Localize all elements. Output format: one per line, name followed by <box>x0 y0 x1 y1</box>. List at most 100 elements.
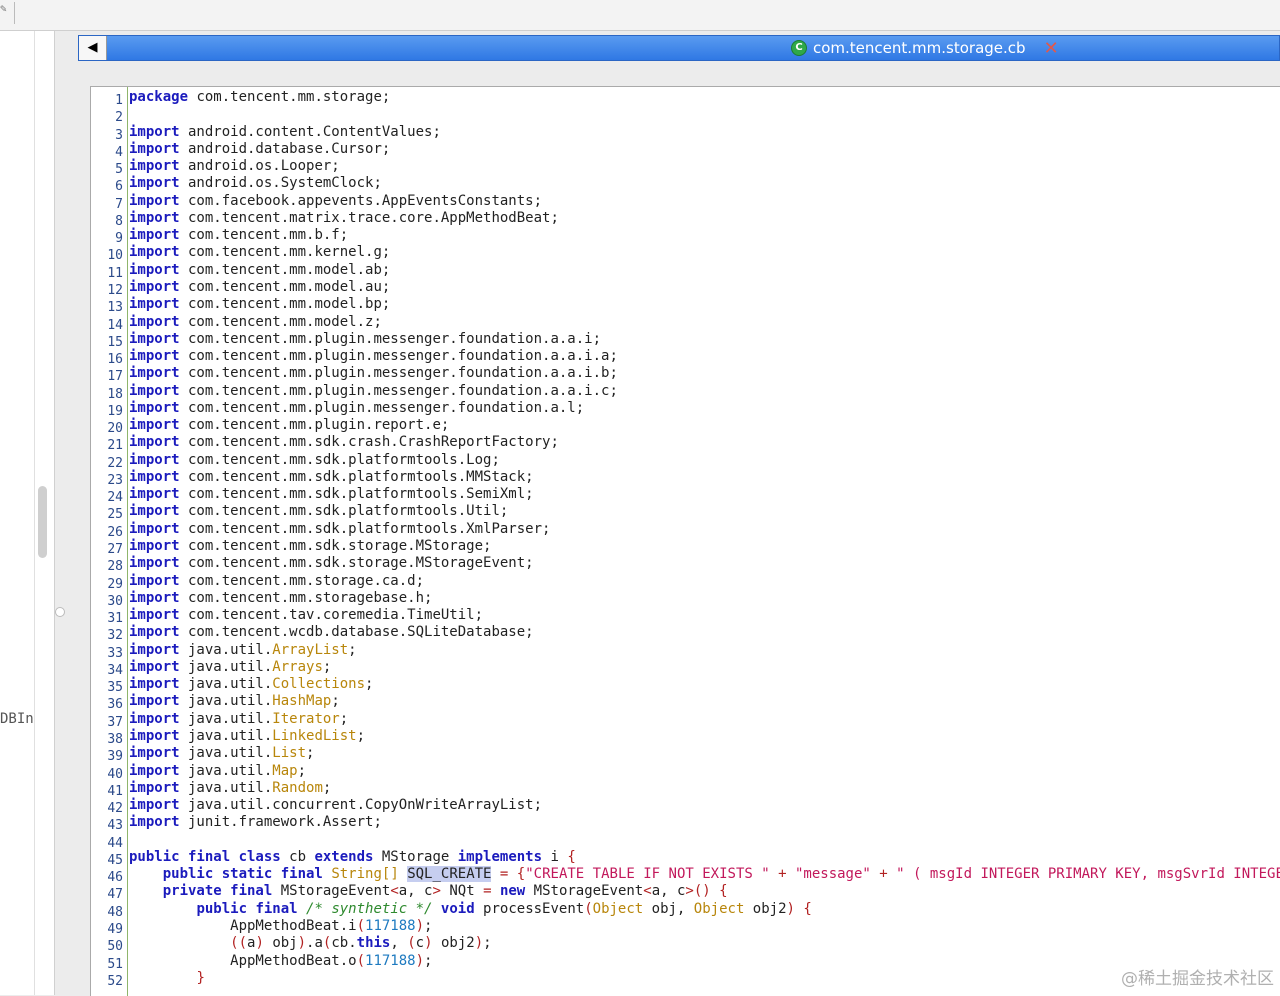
code-line[interactable]: public final class cb extends MStorage i… <box>129 849 576 866</box>
line-number: 5 <box>115 162 123 178</box>
code-token: import <box>129 209 180 226</box>
code-token: com.tencent.mm.sdk.storage.MStorageEvent… <box>179 555 534 572</box>
code-token: = <box>483 883 492 900</box>
code-line[interactable]: import com.tencent.mm.storagebase.h; <box>129 590 432 607</box>
code-line[interactable]: import com.tencent.mm.storage.ca.d; <box>129 573 424 590</box>
code-token: MStorageEvent <box>272 883 391 900</box>
code-line[interactable]: import com.tencent.mm.plugin.messenger.f… <box>129 331 601 348</box>
code-line[interactable]: public final /* synthetic */ void proces… <box>129 900 811 918</box>
code-line[interactable]: private final MStorageEvent<a, c> NQt = … <box>129 883 728 900</box>
code-line[interactable]: import com.tencent.mm.model.au; <box>129 279 390 296</box>
line-number: 25 <box>107 507 123 523</box>
code-line[interactable]: import com.tencent.mm.sdk.storage.MStora… <box>129 555 534 572</box>
code-token: extends <box>314 848 374 865</box>
code-line[interactable]: import com.tencent.mm.sdk.platformtools.… <box>129 469 534 486</box>
code-line[interactable]: import com.tencent.mm.sdk.crash.CrashRep… <box>129 434 559 451</box>
code-line[interactable]: import com.tencent.mm.sdk.platformtools.… <box>129 503 508 520</box>
line-number-gutter: 1 2 3 4 5 6 7 8 9 10 11 12 13 14 15 16 17 18 19 20 21 22 23 24 2… <box>91 87 128 996</box>
code-line[interactable]: import java.util.LinkedList; <box>129 728 365 745</box>
editor-frame: ◀ C com.tencent.mm.storage.cb ✕ 12345678… <box>78 35 1280 996</box>
line-number: 41 <box>107 783 123 799</box>
code-line[interactable]: import android.os.Looper; <box>129 158 340 175</box>
code-token: android.database.Cursor; <box>179 140 391 157</box>
left-panel-scrollbar[interactable] <box>38 486 47 558</box>
code-line[interactable]: import com.tencent.mm.plugin.messenger.f… <box>129 383 618 400</box>
code-line[interactable]: import com.tencent.mm.b.f; <box>129 227 348 244</box>
code-line[interactable]: import android.content.ContentValues; <box>129 124 441 141</box>
code-token: processEvent <box>474 900 585 917</box>
code-token: private final <box>162 883 273 900</box>
code-line[interactable]: import com.tencent.matrix.trace.core.App… <box>129 210 559 227</box>
code-line[interactable]: import com.facebook.appevents.AppEventsC… <box>129 193 542 210</box>
code-token: a, c <box>651 883 686 900</box>
code-token: import <box>129 192 180 209</box>
code-line[interactable]: import java.util.Arrays; <box>129 659 331 676</box>
code-line[interactable]: import java.util.Iterator; <box>129 711 348 728</box>
code-line[interactable]: } <box>129 970 204 987</box>
code-token: Map <box>272 762 298 779</box>
code-editor[interactable]: 1 2 3 4 5 6 7 8 9 10 11 12 13 14 15 16 17 18 19 20 21 22 23 24 2… <box>90 86 1280 996</box>
code-line[interactable]: import com.tencent.mm.sdk.platformtools.… <box>129 486 534 503</box>
left-panel-list[interactable]: DBInf <box>0 31 35 995</box>
code-token: java.util. <box>179 762 273 779</box>
code-token: java.util. <box>179 641 273 658</box>
code-line[interactable]: import java.util.concurrent.CopyOnWriteA… <box>129 797 542 814</box>
line-number: 21 <box>107 438 123 454</box>
code-token: ; <box>424 917 433 934</box>
code-line[interactable]: import com.tencent.mm.plugin.report.e; <box>129 417 449 434</box>
code-line[interactable]: import com.tencent.mm.plugin.messenger.f… <box>129 348 618 365</box>
code-token: { <box>567 848 576 865</box>
top-toolbar: ✎ <box>0 0 1280 31</box>
code-line[interactable]: import com.tencent.mm.sdk.platformtools.… <box>129 452 500 469</box>
code-line[interactable]: import com.tencent.mm.plugin.messenger.f… <box>129 365 618 382</box>
toolbar-edge-icon[interactable]: ✎ <box>0 2 15 24</box>
line-number: 22 <box>107 455 123 471</box>
line-number: 37 <box>107 714 123 730</box>
code-line[interactable]: import android.os.SystemClock; <box>129 175 382 192</box>
code-line[interactable]: import java.util.Random; <box>129 780 331 797</box>
line-number: 24 <box>107 490 123 506</box>
code-line[interactable]: public static final String[] SQL_CREATE … <box>129 866 1280 883</box>
line-number: 2 <box>115 110 123 126</box>
code-line[interactable]: import java.util.HashMap; <box>129 693 340 710</box>
code-token: , <box>390 935 408 952</box>
code-token: ; <box>297 762 307 779</box>
code-line[interactable]: import com.tencent.mm.kernel.g; <box>129 244 390 261</box>
code-line[interactable]: import com.tencent.mm.sdk.storage.MStora… <box>129 538 491 555</box>
code-token: com.tencent.mm.sdk.platformtools.SemiXml… <box>179 486 534 503</box>
line-number: 45 <box>107 852 123 868</box>
left-panel-item[interactable]: DBInf <box>0 711 34 727</box>
back-button[interactable]: ◀ <box>79 36 107 60</box>
code-line[interactable]: import com.tencent.mm.sdk.platformtools.… <box>129 521 550 538</box>
code-token: "message" <box>794 866 871 883</box>
code-line[interactable]: AppMethodBeat.o(117188); <box>129 953 432 970</box>
close-icon[interactable]: ✕ <box>1044 38 1059 59</box>
code-token: import <box>129 486 180 503</box>
code-line[interactable]: package com.tencent.mm.storage; <box>129 89 390 106</box>
code-token: ; <box>365 676 374 693</box>
code-line[interactable]: ((a) obj).a(cb.this, (c) obj2); <box>129 935 491 952</box>
code-line[interactable]: import com.tencent.mm.plugin.messenger.f… <box>129 400 584 417</box>
code-line[interactable]: import com.tencent.tav.coremedia.TimeUti… <box>129 607 483 624</box>
code-line[interactable]: import java.util.List; <box>129 745 314 762</box>
code-line[interactable]: AppMethodBeat.i(117188); <box>129 918 432 935</box>
code-line[interactable]: import junit.framework.Assert; <box>129 814 382 831</box>
line-number: 46 <box>107 870 123 886</box>
code-line[interactable]: import com.tencent.wcdb.database.SQLiteD… <box>129 624 534 641</box>
code-line[interactable]: import android.database.Cursor; <box>129 141 390 158</box>
code-line[interactable]: import java.util.Collections; <box>129 676 373 693</box>
code-line[interactable]: import java.util.Map; <box>129 763 306 780</box>
code-token: import <box>129 261 180 278</box>
code-token: com.tencent.mm.storage; <box>188 89 391 105</box>
line-number: 26 <box>107 524 123 540</box>
code-line[interactable]: import com.tencent.mm.model.z; <box>129 314 382 331</box>
line-number: 18 <box>107 386 123 402</box>
tab-active-file[interactable]: C com.tencent.mm.storage.cb ✕ <box>791 36 1059 60</box>
code-line[interactable]: import com.tencent.mm.model.ab; <box>129 262 390 279</box>
code-token: import <box>129 555 180 572</box>
splitter-handle[interactable] <box>55 607 65 617</box>
code-line[interactable]: import com.tencent.mm.model.bp; <box>129 296 390 313</box>
line-number: 35 <box>107 680 123 696</box>
class-icon: C <box>791 40 807 56</box>
code-line[interactable]: import java.util.ArrayList; <box>129 642 357 659</box>
